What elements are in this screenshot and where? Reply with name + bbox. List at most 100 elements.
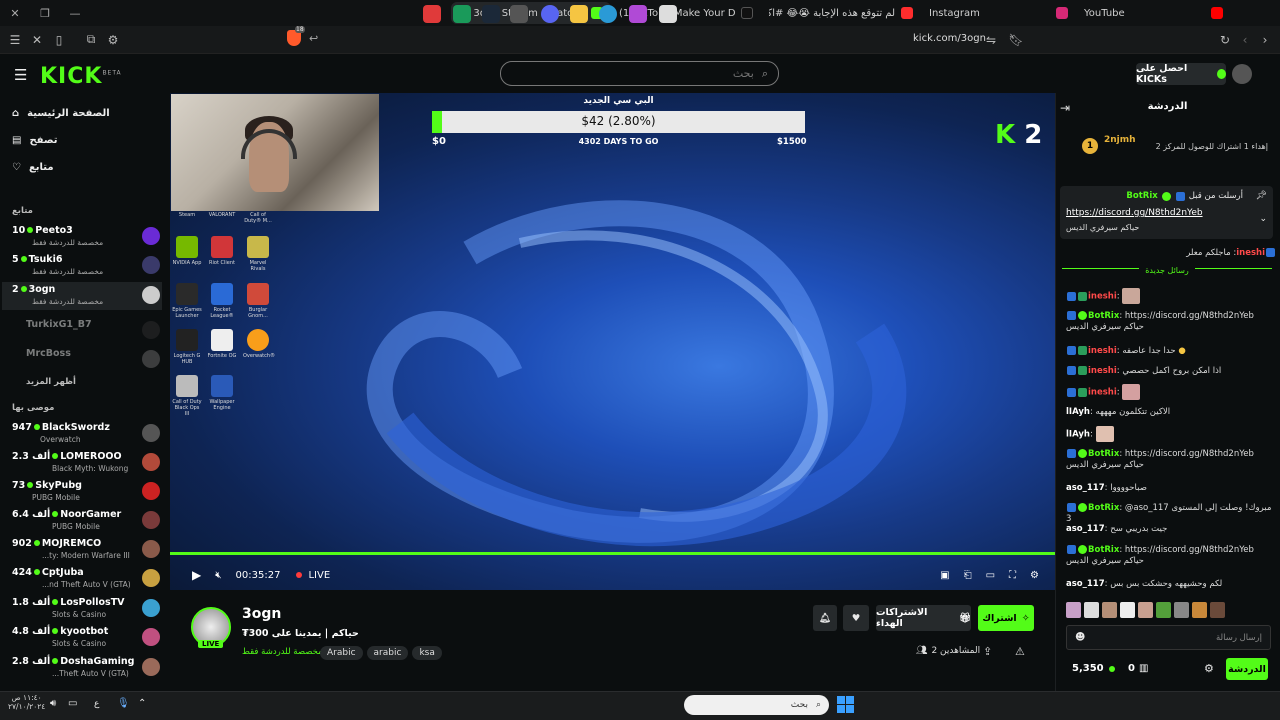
panel-icon[interactable]: ▯ (48, 29, 70, 51)
network-icon[interactable]: ▭ (68, 698, 77, 709)
kick-logo[interactable]: KICKBETA (40, 64, 122, 89)
clip-icon[interactable]: ⎗ (964, 570, 972, 581)
emote-button[interactable] (1192, 602, 1207, 618)
theatre-mode-icon[interactable]: ▭ (986, 570, 995, 581)
following-channel-offline[interactable]: MrcBoss (12, 348, 162, 374)
emote-button[interactable] (1210, 602, 1225, 618)
emote-button[interactable] (1066, 602, 1081, 618)
play-icon[interactable]: ▶ (192, 568, 201, 582)
follow-heart-button[interactable]: ♥ (843, 605, 869, 631)
video-progress-bar[interactable] (170, 552, 1055, 555)
recommended-channel[interactable]: 73 SkyPubg PUBG Mobile (12, 480, 162, 506)
desktop-icon-logitech: Logitech G HUB (172, 329, 202, 365)
tab-instagram[interactable]: Instagram (921, 2, 1076, 24)
fullscreen-icon[interactable]: ⛶ (1009, 570, 1016, 581)
tag[interactable]: ksa (412, 646, 442, 660)
taskbar-copilot-icon[interactable] (629, 5, 647, 23)
microphone-icon[interactable]: 🎙︎ (117, 698, 130, 709)
get-kicks-button[interactable]: احصل على KICKs (1136, 63, 1226, 85)
emote-button[interactable] (1120, 602, 1135, 618)
taskbar-app-red-icon[interactable] (423, 5, 441, 23)
taskbar-edge-icon[interactable] (599, 5, 617, 23)
sidebar-item-browse[interactable]: ▤ تصفح (12, 135, 57, 146)
brave-shield-icon[interactable]: 18 (287, 26, 305, 46)
user-avatar[interactable] (1232, 64, 1252, 84)
recommended-channel[interactable]: 902 MOJREMCO ...ty: Modern Warfare III (12, 538, 162, 564)
taskbar-app-white-icon[interactable] (659, 5, 677, 23)
bookmark-icon[interactable]: 🔖︎ (1005, 29, 1027, 51)
recommended-channel[interactable]: 1.8 ألف LosPollosTV Slots & Casino (12, 597, 162, 623)
taskbar-steam-icon[interactable] (482, 5, 500, 23)
channel-points[interactable]: 5,350 (1072, 663, 1117, 674)
sidebar-menu-icon[interactable]: ☰ (4, 29, 26, 51)
taskbar-date-time[interactable]: ١١:٤٠ ص ٢٧/١٠/٢٠٢٤ (8, 693, 45, 711)
emoji-picker-icon[interactable]: ☻ (1075, 632, 1085, 643)
taskbar-search[interactable]: بحث ⌕ (684, 695, 829, 715)
recommended-channel[interactable]: 947 BlackSwordz Overwatch (12, 422, 162, 448)
volume-icon[interactable]: 🔊︎ (50, 698, 56, 709)
recommended-channel[interactable]: 6.4 ألف NoorGamer PUBG Mobile (12, 509, 162, 535)
hamburger-menu-icon[interactable]: ☰ (14, 66, 27, 84)
gift-subs-button[interactable]: الاشتراكات الهداء 🎁︎ (876, 605, 971, 631)
emote-button[interactable] (1102, 602, 1117, 618)
taskbar-discord-icon[interactable] (541, 5, 559, 23)
show-more-link[interactable]: أظهر المزيد (26, 377, 76, 387)
tag[interactable]: Arabic (320, 646, 363, 660)
url-text[interactable]: kick.com/3ogn (913, 33, 986, 44)
tag[interactable]: arabic (366, 646, 409, 660)
subscribe-button[interactable]: اشتراك ✧ (978, 605, 1034, 631)
sidebar-item-following[interactable]: ♡ متابع (12, 162, 54, 173)
report-icon[interactable]: ⚠ (1015, 645, 1025, 658)
recommended-channel[interactable]: 4.8 ألف kyootbot Slots & Casino (12, 626, 162, 652)
goal-days: 4302 DAYS TO GO (578, 137, 659, 146)
chevron-down-icon[interactable]: ⌄ (1259, 214, 1267, 224)
restore-window-icon[interactable]: ❐ (30, 0, 60, 26)
recommended-channel[interactable]: 2.3 ألف LOMEROOO Black Myth: Wukong (12, 451, 162, 477)
screenshot-icon[interactable]: ⧉ (80, 29, 102, 51)
channel-name[interactable]: 3ogn (242, 606, 281, 622)
chat-input[interactable]: إرسال رسالة ☻ (1066, 625, 1271, 650)
minimize-window-icon[interactable]: — (60, 0, 90, 26)
windows-start-icon[interactable] (837, 696, 854, 713)
x-icon[interactable]: ✕ (26, 29, 48, 51)
pin-icon[interactable]: 📌︎ (1256, 191, 1267, 201)
share-icon[interactable]: ⇪ (983, 645, 992, 658)
following-channel-selected[interactable]: 2 3ogn مخصصة للدردشة فقط (2, 282, 162, 310)
following-channel[interactable]: 5 Tsuki6 مخصصة للدردشة فقط (12, 254, 162, 280)
search-bar[interactable]: ⌕ (500, 61, 779, 86)
taskbar-app-icon[interactable] (510, 5, 528, 23)
search-input[interactable] (513, 67, 754, 80)
recommended-channel[interactable]: 2.8 ألف DoshaGaming ...Theft Auto V (GTA) (12, 656, 162, 682)
mute-icon[interactable]: 🔇︎ (215, 570, 221, 581)
pinned-link[interactable]: https://discord.gg/N8thd2nYeb (1066, 208, 1203, 218)
close-window-icon[interactable]: ✕ (0, 0, 30, 26)
emote-button[interactable] (1084, 602, 1099, 618)
emote-button[interactable] (1156, 602, 1171, 618)
kicks-balance[interactable]: 0 ▥ (1128, 663, 1148, 674)
reload-icon[interactable]: ↻ (1214, 29, 1236, 51)
pip-icon[interactable]: ▣ (940, 570, 949, 581)
chat-send-button[interactable]: الدردشة (1226, 658, 1268, 680)
forward-icon[interactable]: › (1254, 29, 1276, 51)
taskbar-xbox-icon[interactable] (453, 5, 471, 23)
site-settings-icon[interactable]: ⇋ (980, 29, 1002, 51)
notifications-button[interactable]: 🔔︎ (813, 605, 837, 631)
extensions-icon[interactable]: ⚙ (102, 29, 124, 51)
share-icon[interactable]: ↩ (309, 32, 318, 45)
tray-chevron-icon[interactable]: ⌃ (138, 698, 146, 709)
recommended-channel[interactable]: 424 CptJuba ...nd Theft Auto V (GTA) (12, 567, 162, 593)
back-icon[interactable]: ‹ (1234, 29, 1256, 51)
windows-taskbar (0, 691, 1280, 720)
tab-youtube[interactable]: YouTube (1076, 2, 1231, 24)
tab-youtube-short[interactable]: لم تتوقع هذه الإجابة 😭😂 #اكسبلور (761, 2, 921, 24)
following-channel[interactable]: 10 Peeto3 مخصصة للدردشة فقط (12, 225, 162, 251)
viewers-icon: 👥︎ (916, 646, 928, 656)
emote-button[interactable] (1174, 602, 1189, 618)
language-indicator[interactable]: ع (94, 699, 99, 709)
settings-icon[interactable]: ⚙ (1030, 570, 1039, 581)
taskbar-folder-icon[interactable] (570, 5, 588, 23)
chat-settings-icon[interactable]: ⚙ (1204, 662, 1214, 675)
following-channel-offline[interactable]: TurkixG1_B7 (12, 319, 162, 345)
emote-button[interactable] (1138, 602, 1153, 618)
sidebar-item-home[interactable]: ⌂ الصفحة الرئيسية (12, 108, 110, 119)
